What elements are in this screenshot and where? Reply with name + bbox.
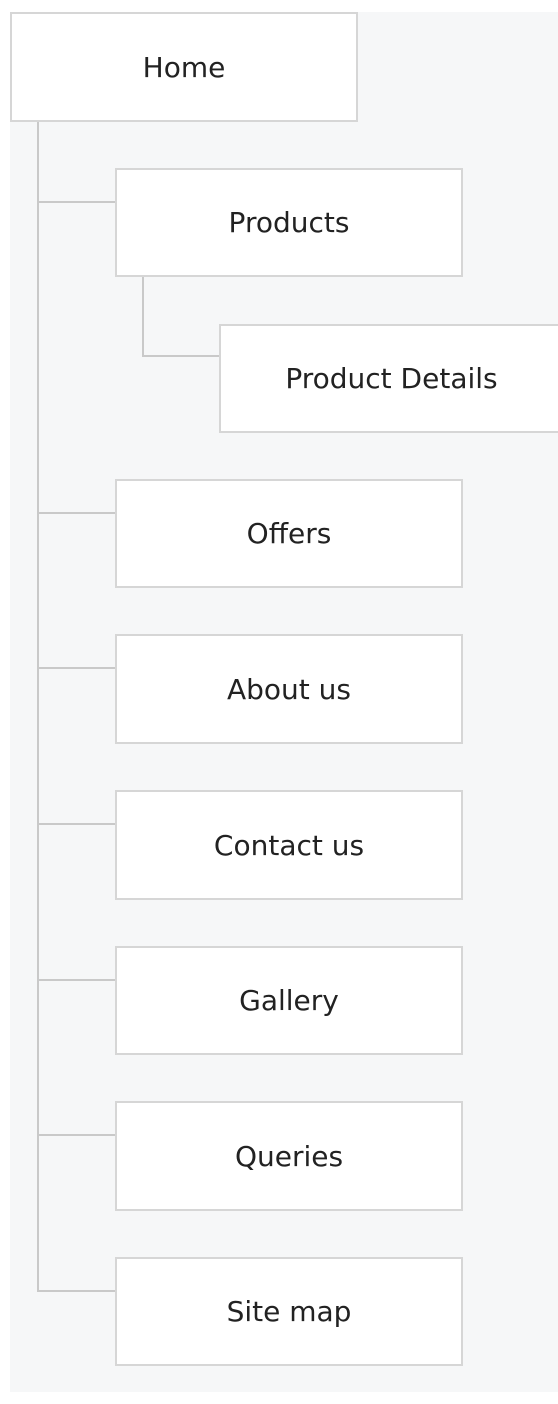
node-label: Home — [142, 50, 226, 84]
branch-connector-product-details — [142, 355, 220, 357]
node-label: Gallery — [239, 984, 339, 1017]
node-queries[interactable]: Queries — [115, 1101, 463, 1211]
node-label: Product Details — [285, 362, 498, 395]
node-site-map[interactable]: Site map — [115, 1257, 463, 1366]
branch-connector-about-us — [37, 667, 116, 669]
branch-connector-queries — [37, 1134, 116, 1136]
sitemap-diagram: Home Products Product Details Offers Abo… — [0, 0, 558, 1404]
branch-connector-contact-us — [37, 823, 116, 825]
trunk-connector — [37, 122, 39, 1291]
node-label: About us — [226, 672, 352, 706]
node-label: Offers — [246, 517, 332, 550]
node-label: Contact us — [213, 828, 365, 862]
branch-connector-gallery — [37, 979, 116, 981]
branch-connector-offers — [37, 512, 116, 514]
branch-connector-site-map — [37, 1290, 116, 1292]
node-label: Site map — [226, 1295, 352, 1328]
node-label: Queries — [234, 1139, 344, 1173]
node-offers[interactable]: Offers — [115, 479, 463, 588]
node-about-us[interactable]: About us — [115, 634, 463, 744]
branch-connector-products — [37, 201, 116, 203]
node-gallery[interactable]: Gallery — [115, 946, 463, 1055]
node-label: Products — [228, 206, 350, 239]
node-product-details[interactable]: Product Details — [219, 324, 558, 433]
node-products[interactable]: Products — [115, 168, 463, 277]
sub-trunk-connector-products — [142, 276, 144, 356]
node-contact-us[interactable]: Contact us — [115, 790, 463, 900]
node-home[interactable]: Home — [10, 12, 358, 122]
